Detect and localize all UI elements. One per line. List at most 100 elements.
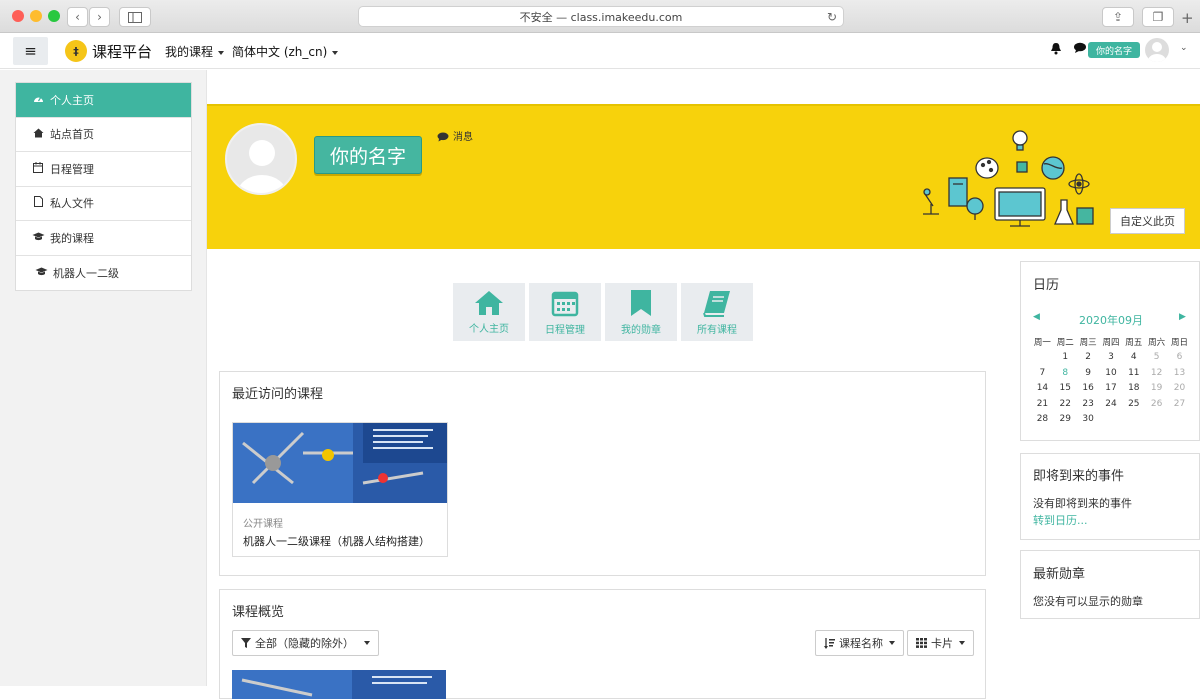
- calendar-day[interactable]: 29: [1054, 412, 1077, 428]
- sidebar-item-robot-course[interactable]: 机器人一二级: [16, 256, 191, 291]
- browser-toolbar: ‹ › 不安全 — class.imakeedu.com ↻ ⇪ ❐ +: [0, 0, 1200, 33]
- calendar-day[interactable]: 23: [1077, 396, 1100, 412]
- calendar-day[interactable]: 8: [1054, 365, 1077, 381]
- course-image[interactable]: [233, 423, 447, 503]
- calendar-day[interactable]: 5: [1145, 350, 1168, 366]
- tile-all-courses[interactable]: 所有课程: [681, 283, 753, 341]
- weekday-header: 周三: [1079, 337, 1097, 348]
- chevron-down-icon: [218, 50, 225, 55]
- sidebar-item-private-files[interactable]: 私人文件: [16, 187, 191, 221]
- user-avatar[interactable]: [1145, 38, 1169, 62]
- calendar-day[interactable]: 9: [1077, 365, 1100, 381]
- badges-empty-text: 您没有可以显示的勋章: [1033, 595, 1143, 608]
- calendar-day[interactable]: 27: [1168, 396, 1191, 412]
- address-bar[interactable]: 不安全 — class.imakeedu.com ↻: [358, 6, 844, 27]
- block-title: 最近访问的课程: [232, 387, 324, 402]
- calendar-day[interactable]: 19: [1145, 381, 1168, 397]
- calendar-day[interactable]: 3: [1100, 350, 1123, 366]
- course-sort-dropdown[interactable]: 课程名称: [815, 630, 904, 656]
- user-menu-chevron-icon[interactable]: ⌄: [1180, 43, 1188, 53]
- next-month-icon[interactable]: ▶: [1179, 312, 1186, 322]
- calendar-month: 2020年09月: [1079, 314, 1143, 327]
- filter-icon: [241, 638, 251, 648]
- calendar-day[interactable]: 22: [1054, 396, 1077, 412]
- calendar-day[interactable]: 18: [1122, 381, 1145, 397]
- sidebar-toggle-icon[interactable]: [119, 7, 151, 27]
- calendar-day: [1031, 350, 1054, 366]
- calendar-day[interactable]: 28: [1031, 412, 1054, 428]
- calendar-day[interactable]: 2: [1077, 350, 1100, 366]
- calendar-day[interactable]: 26: [1145, 396, 1168, 412]
- calendar-day[interactable]: 6: [1168, 350, 1191, 366]
- calendar-day[interactable]: 7: [1031, 365, 1054, 381]
- grid-icon: [916, 638, 927, 648]
- course-image[interactable]: [232, 670, 446, 699]
- sidebar-item-label: 站点首页: [50, 128, 94, 142]
- user-name-badge[interactable]: 你的名字: [1088, 42, 1141, 58]
- new-tab-icon[interactable]: +: [1181, 9, 1194, 27]
- view-label: 卡片: [931, 637, 953, 650]
- course-category: 公开课程: [243, 519, 283, 530]
- sidebar-item-dashboard[interactable]: 个人主页: [16, 83, 191, 118]
- prev-month-icon[interactable]: ◀: [1033, 312, 1040, 322]
- calendar-day[interactable]: 4: [1122, 350, 1145, 366]
- tile-dashboard[interactable]: 个人主页: [453, 283, 525, 341]
- tile-calendar[interactable]: 日程管理: [529, 283, 601, 341]
- calendar-day[interactable]: 15: [1054, 381, 1077, 397]
- calendar-day[interactable]: 12: [1145, 365, 1168, 381]
- calendar-day[interactable]: 16: [1077, 381, 1100, 397]
- calendar-day: [1122, 412, 1145, 428]
- menu-toggle-icon[interactable]: ≡: [13, 37, 48, 65]
- course-overview-block: 课程概览 全部（隐藏的除外） 课程名称 卡片: [219, 589, 986, 699]
- tabs-icon[interactable]: ❐: [1142, 7, 1174, 27]
- profile-avatar[interactable]: [225, 123, 297, 195]
- back-button[interactable]: ‹: [67, 7, 88, 27]
- messages-icon[interactable]: [1073, 42, 1087, 58]
- course-name[interactable]: 机器人一二级课程（机器人结构搭建）: [243, 533, 430, 549]
- course-view-dropdown[interactable]: 卡片: [907, 630, 974, 656]
- calendar-day[interactable]: 30: [1077, 412, 1100, 428]
- course-card[interactable]: 公开课程 机器人一二级课程（机器人结构搭建）: [232, 422, 448, 557]
- weekday-header: 周四: [1102, 337, 1120, 348]
- share-icon[interactable]: ⇪: [1102, 7, 1134, 27]
- calendar-day[interactable]: 21: [1031, 396, 1054, 412]
- bookmark-icon: [631, 289, 651, 316]
- calendar-day[interactable]: 14: [1031, 381, 1054, 397]
- zoom-window-button[interactable]: [48, 10, 60, 22]
- go-to-calendar-link[interactable]: 转到日历...: [1033, 512, 1088, 528]
- minimize-window-button[interactable]: [30, 10, 42, 22]
- notifications-bell-icon[interactable]: [1050, 42, 1062, 59]
- calendar-day[interactable]: 11: [1122, 365, 1145, 381]
- tile-badges[interactable]: 我的勋章: [605, 283, 677, 341]
- calendar-block: 日历 ◀ 2020年09月 ▶ 周一 周二 周三 周四 周五 周六 周日 1 2 3 4 5 6 7 8 9 1…: [1020, 261, 1200, 441]
- message-link[interactable]: 消息: [437, 128, 473, 143]
- weekday-header: 周二: [1056, 337, 1074, 348]
- my-courses-menu[interactable]: 我的课程: [165, 43, 225, 60]
- calendar-day[interactable]: 24: [1100, 396, 1123, 412]
- calendar-day[interactable]: 10: [1100, 365, 1123, 381]
- reload-icon[interactable]: ↻: [827, 10, 837, 24]
- address-text: 不安全 — class.imakeedu.com: [519, 10, 683, 24]
- sidebar-item-my-courses[interactable]: 我的课程: [16, 221, 191, 256]
- calendar-day[interactable]: 13: [1168, 365, 1191, 381]
- upcoming-empty-text: 没有即将到来的事件: [1033, 497, 1132, 510]
- customize-page-button[interactable]: 自定义此页: [1110, 208, 1185, 234]
- chevron-down-icon: [364, 641, 370, 645]
- calendar-day[interactable]: 20: [1168, 381, 1191, 397]
- close-window-button[interactable]: [12, 10, 24, 22]
- block-title: 课程概览: [232, 605, 285, 620]
- calendar-day[interactable]: 25: [1122, 396, 1145, 412]
- latest-badges-block: 最新勋章 您没有可以显示的勋章: [1020, 550, 1200, 619]
- sort-icon: [824, 637, 835, 649]
- course-filter-dropdown[interactable]: 全部（隐藏的除外）: [232, 630, 379, 656]
- sidebar-item-calendar[interactable]: 日程管理: [16, 152, 191, 187]
- calendar-day[interactable]: 17: [1100, 381, 1123, 397]
- language-menu[interactable]: 简体中文 (zh_cn): [232, 43, 339, 60]
- sidebar-item-label: 个人主页: [50, 93, 94, 107]
- site-brand[interactable]: 课程平台: [92, 41, 152, 62]
- site-logo[interactable]: ‡: [65, 40, 87, 62]
- calendar-day[interactable]: 1: [1054, 350, 1077, 366]
- forward-button[interactable]: ›: [89, 7, 110, 27]
- sidebar-item-site-home[interactable]: 站点首页: [16, 118, 191, 152]
- tile-label: 我的勋章: [621, 324, 661, 336]
